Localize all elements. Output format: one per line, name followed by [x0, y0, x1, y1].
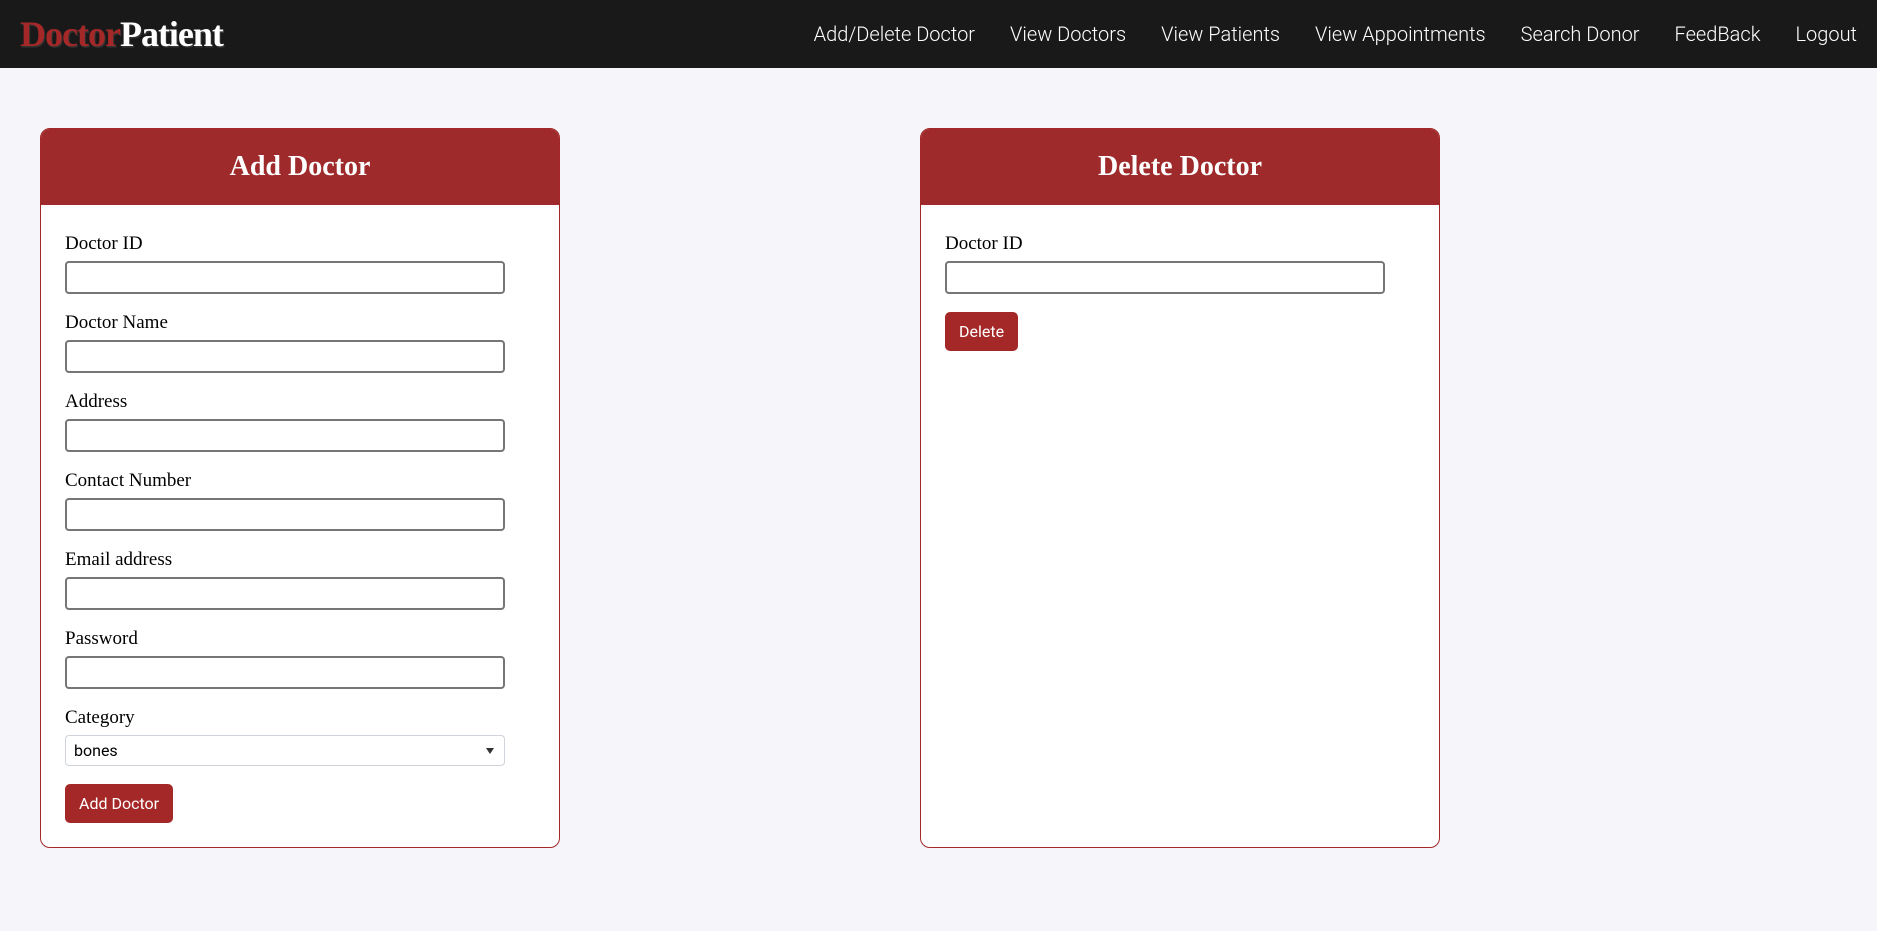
label-doctor-id: Doctor ID — [65, 233, 535, 255]
delete-doctor-card-body: Doctor ID Delete — [921, 205, 1439, 375]
nav-add-delete-doctor[interactable]: Add/Delete Doctor — [814, 22, 975, 46]
form-group-email: Email address — [65, 549, 535, 610]
nav-view-appointments[interactable]: View Appointments — [1315, 22, 1486, 46]
select-category[interactable]: bones — [65, 735, 505, 766]
delete-doctor-card: Delete Doctor Doctor ID Delete — [920, 128, 1440, 848]
label-email: Email address — [65, 549, 535, 571]
label-address: Address — [65, 391, 535, 413]
add-doctor-button[interactable]: Add Doctor — [65, 784, 173, 823]
form-group-contact: Contact Number — [65, 470, 535, 531]
input-delete-doctor-id[interactable] — [945, 261, 1385, 294]
label-delete-doctor-id: Doctor ID — [945, 233, 1415, 255]
add-doctor-card-body: Doctor ID Doctor Name Address Contact Nu… — [41, 205, 559, 847]
nav-logout[interactable]: Logout — [1796, 22, 1858, 46]
logo-part-patient: Patient — [120, 14, 223, 54]
form-group-doctor-id: Doctor ID — [65, 233, 535, 294]
nav-search-donor[interactable]: Search Donor — [1521, 22, 1640, 46]
input-doctor-id[interactable] — [65, 261, 505, 294]
delete-button[interactable]: Delete — [945, 312, 1018, 351]
nav-feedback[interactable]: FeedBack — [1675, 22, 1761, 46]
input-address[interactable] — [65, 419, 505, 452]
logo-part-doctor: Doctor — [20, 14, 120, 54]
nav-view-doctors[interactable]: View Doctors — [1010, 22, 1126, 46]
input-contact[interactable] — [65, 498, 505, 531]
input-password[interactable] — [65, 656, 505, 689]
label-password: Password — [65, 628, 535, 650]
top-navbar: DoctorPatient Add/Delete Doctor View Doc… — [0, 0, 1877, 68]
form-group-delete-doctor-id: Doctor ID — [945, 233, 1415, 294]
form-group-category: Category bones — [65, 707, 535, 766]
input-email[interactable] — [65, 577, 505, 610]
label-category: Category — [65, 707, 535, 729]
add-doctor-card: Add Doctor Doctor ID Doctor Name Address… — [40, 128, 560, 848]
form-group-doctor-name: Doctor Name — [65, 312, 535, 373]
add-doctor-card-title: Add Doctor — [41, 129, 559, 205]
form-group-address: Address — [65, 391, 535, 452]
nav-view-patients[interactable]: View Patients — [1161, 22, 1280, 46]
input-doctor-name[interactable] — [65, 340, 505, 373]
logo: DoctorPatient — [20, 13, 223, 55]
nav-links: Add/Delete Doctor View Doctors View Pati… — [814, 22, 1857, 46]
label-contact: Contact Number — [65, 470, 535, 492]
main-container: Add Doctor Doctor ID Doctor Name Address… — [0, 68, 1877, 848]
label-doctor-name: Doctor Name — [65, 312, 535, 334]
form-group-password: Password — [65, 628, 535, 689]
delete-doctor-card-title: Delete Doctor — [921, 129, 1439, 205]
